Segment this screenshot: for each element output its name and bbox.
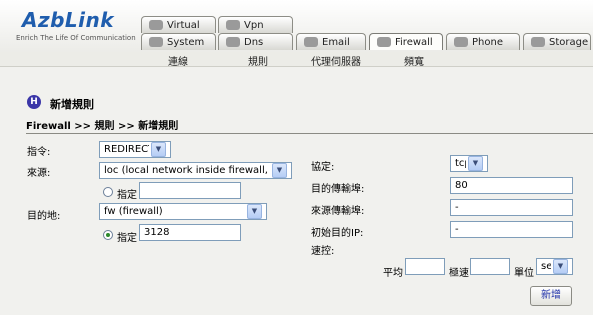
phone-icon [454, 37, 468, 47]
dest-label: 目的地: [27, 211, 61, 222]
dest-specify-radio[interactable] [103, 230, 113, 240]
burst-input[interactable] [470, 258, 510, 275]
src-port-input[interactable] [450, 199, 573, 216]
unit-value: sec [541, 261, 551, 272]
brand-logo: AzbLink Enrich The Life Of Communication [10, 6, 136, 46]
subnav-rules[interactable]: 規則 [248, 53, 268, 68]
source-specify-radio[interactable] [103, 187, 113, 197]
dest-specify-input[interactable] [139, 224, 241, 241]
tab-firewall[interactable]: Firewall [369, 33, 443, 50]
tab-phone-label: Phone [472, 36, 503, 48]
tab-virtual-label: Virtual [167, 19, 200, 31]
chevron-down-icon: ▼ [247, 204, 262, 219]
dest-specify-label: 指定 [117, 233, 137, 244]
page-title: 新增規則 [50, 98, 94, 111]
dest-port-input[interactable] [450, 177, 573, 194]
dest-port-label: 目的傳輸埠: [311, 184, 365, 195]
sub-navigation: 連線 規則 代理伺服器 頻寬 [0, 52, 593, 68]
source-label: 來源: [27, 168, 51, 179]
tab-dns-label: Dns [244, 36, 264, 48]
brand-name: AzbLink [22, 8, 115, 32]
tab-firewall-label: Firewall [395, 36, 433, 48]
source-value: loc (local network inside firewall, eth1… [104, 165, 270, 176]
avg-input[interactable] [405, 258, 445, 275]
email-icon [304, 37, 318, 47]
protocol-value: tcp [455, 158, 466, 169]
orig-dest-ip-input[interactable] [450, 221, 573, 238]
chevron-down-icon: ▼ [468, 156, 483, 171]
firewall-icon [377, 37, 391, 47]
add-rule-button[interactable]: 新增 [530, 286, 572, 306]
virtual-icon [149, 20, 163, 30]
dest-value: fw (firewall) [104, 206, 163, 217]
dns-icon [226, 37, 240, 47]
unit-label: 單位 [514, 268, 534, 279]
source-select[interactable]: loc (local network inside firewall, eth1… [99, 162, 292, 179]
system-icon [149, 37, 163, 47]
tab-email-label: Email [322, 36, 350, 48]
tab-vpn-label: Vpn [244, 19, 264, 31]
command-value: REDIRECT [104, 144, 149, 155]
help-icon: H [27, 95, 41, 109]
tab-email[interactable]: Email [296, 33, 366, 50]
chevron-down-icon: ▼ [151, 142, 166, 157]
src-port-label: 來源傳輸埠: [311, 206, 365, 217]
vpn-icon [226, 20, 240, 30]
command-select[interactable]: REDIRECT ▼ [99, 141, 171, 158]
tab-dns[interactable]: Dns [218, 33, 293, 50]
tab-vpn[interactable]: Vpn [218, 16, 293, 33]
protocol-label: 協定: [311, 162, 335, 173]
avg-label: 平均 [383, 268, 403, 279]
unit-select[interactable]: sec ▼ [536, 258, 573, 275]
chevron-down-icon: ▼ [553, 259, 568, 274]
subnav-bandwidth[interactable]: 頻寬 [404, 53, 424, 68]
subnav-proxy[interactable]: 代理伺服器 [311, 53, 361, 68]
tab-storage-label: Storage [549, 36, 589, 48]
subnav-connections[interactable]: 連線 [168, 53, 188, 68]
source-specify-label: 指定 [117, 190, 137, 201]
top-bar: AzbLink Enrich The Life Of Communication… [0, 0, 593, 53]
breadcrumb: Firewall >> 規則 >> 新增規則 [26, 117, 593, 134]
command-label: 指令: [27, 147, 51, 158]
tab-phone[interactable]: Phone [446, 33, 520, 50]
tab-system[interactable]: System [141, 33, 216, 50]
tab-virtual[interactable]: Virtual [141, 16, 216, 33]
brand-tagline: Enrich The Life Of Communication [16, 34, 136, 42]
source-specify-input[interactable] [139, 182, 241, 199]
chevron-down-icon: ▼ [272, 163, 287, 178]
burst-label: 極速 [449, 268, 469, 279]
storage-icon [531, 37, 545, 47]
tab-storage[interactable]: Storage [523, 33, 591, 50]
rate-label: 速控: [311, 246, 335, 257]
dest-select[interactable]: fw (firewall) ▼ [99, 203, 267, 220]
protocol-select[interactable]: tcp ▼ [450, 155, 488, 172]
tab-system-label: System [167, 36, 205, 48]
orig-dest-ip-label: 初始目的IP: [311, 228, 364, 239]
